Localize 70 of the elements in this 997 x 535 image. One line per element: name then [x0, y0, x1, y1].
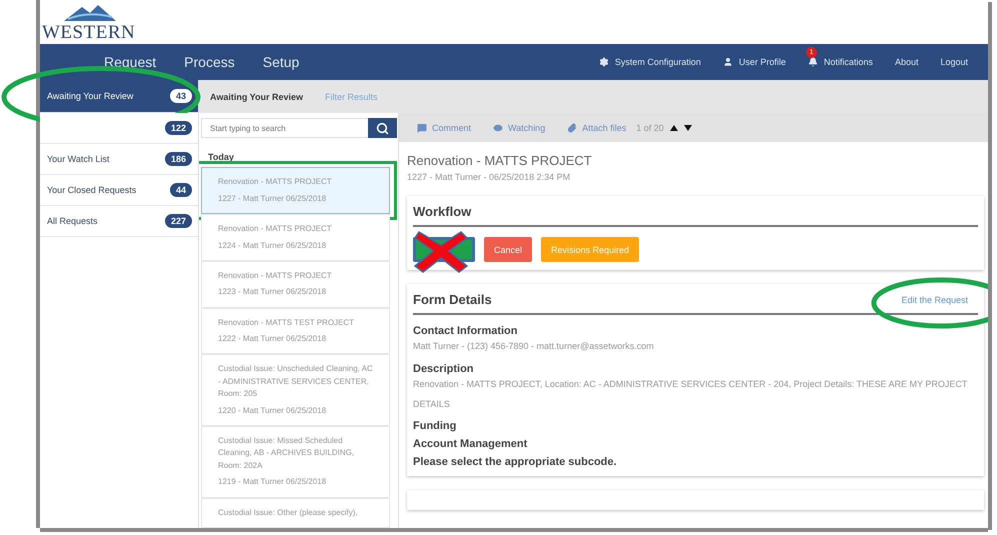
nav-link[interactable]: Request: [104, 54, 156, 70]
request-item[interactable]: Custodial Issue: Missed Scheduled Cleaning, AB - ARCHIVES BUILDING, Room: 202A 1219 - Matt Turner 06/25/2018: [201, 426, 390, 498]
request-heading: Renovation - MATTS PROJECT: [407, 153, 593, 168]
request-meta: 1227 - Matt Turner 06/25/2018: [218, 192, 328, 205]
settings-icon: [598, 57, 609, 67]
speech-bubble-icon: [417, 122, 427, 132]
nav-link[interactable]: User Profile: [722, 57, 786, 67]
nav-link[interactable]: Notifications: [808, 57, 873, 67]
request-item[interactable]: Custodial Issue: Other (please specify),: [201, 498, 390, 528]
request-title: Renovation - MATTS PROJECT: [218, 223, 333, 236]
request-item[interactable]: Renovation - MATTS TEST PROJECT 1222 - Matt Turner 06/25/2018: [201, 308, 390, 354]
user-icon: [722, 57, 733, 67]
sidebar-item[interactable]: 122: [40, 113, 198, 144]
card-title: Workflow: [413, 204, 472, 219]
request-meta: 1222 - Matt Turner 06/25/2018: [218, 333, 328, 346]
request-title: Renovation - MATTS PROJECT: [218, 176, 333, 188]
nav-link[interactable]: About: [894, 57, 918, 67]
sidebar-label: Awaiting Your Review: [47, 91, 134, 101]
request-title: Custodial Issue: Other (please specify),: [218, 506, 359, 519]
sidebar-label: All Requests: [47, 216, 98, 226]
group-label: Today: [208, 152, 235, 162]
request-item[interactable]: Renovation - MATTS PROJECT 1227 - Matt Turner 06/25/2018: [201, 167, 390, 214]
request-meta: 1219 - Matt Turner 06/25/2018: [218, 476, 328, 488]
toolbar-action[interactable]: Attach files: [567, 122, 626, 132]
request-title: Renovation - MATTS TEST PROJECT: [218, 316, 356, 329]
sidebar-item[interactable]: Awaiting Your Review 43: [40, 80, 198, 113]
request-title: Custodial Issue: Missed Scheduled Cleaning, AB - ARCHIVES BUILDING, Room: 202A: [218, 435, 356, 472]
nav-link[interactable]: Logout: [940, 57, 968, 67]
request-item[interactable]: Custodial Issue: Unscheduled Cleaning, AC - ADMINISTRATIVE SERVICES CENTER, Room: 205 1220 - Matt Turner 06/25/2018: [201, 354, 390, 426]
request-meta: 1223 - Matt Turner 06/25/2018: [218, 286, 328, 298]
list-title: Awaiting Your Review: [210, 92, 304, 102]
section-heading: Contact Information: [413, 325, 518, 337]
bell-icon: [808, 57, 818, 67]
nav-link[interactable]: Process: [184, 54, 235, 70]
request-title: Renovation - MATTS PROJECT: [218, 270, 333, 282]
section-heading: Account Management: [413, 438, 528, 450]
edit-link[interactable]: Edit the Request: [901, 294, 968, 304]
nav-link[interactable]: System Configuration: [598, 57, 701, 67]
request-item[interactable]: Renovation - MATTS PROJECT 1224 - Matt Turner 06/25/2018: [201, 214, 390, 261]
workflow-button[interactable]: Cancel: [484, 237, 532, 262]
caret-up-icon[interactable]: [670, 124, 678, 130]
sidebar-label: Your Watch List: [47, 154, 110, 164]
count-badge: 43: [170, 89, 192, 103]
request-info: 1227 - Matt Turner - 06/25/2018 2:34 PM: [407, 172, 572, 182]
logo-text: WESTERN: [42, 23, 136, 42]
workflow-button[interactable]: Revisions Required: [541, 237, 640, 262]
request-title: Custodial Issue: Unscheduled Cleaning, AC - ADMINISTRATIVE SERVICES CENTER, Room: 205: [218, 363, 374, 400]
section-text: Renovation - MATTS PROJECT, Location: AC - ADMINISTRATIVE SERVICES CENTER - 204, Project Details: THESE ARE MY PROJECT DETAILS: [413, 378, 968, 411]
section-text: Matt Turner - (123) 456-7890 - matt.turner@assetworks.com: [413, 340, 655, 353]
count-badge: 122: [164, 121, 192, 135]
count-badge: 227: [164, 214, 192, 228]
count-badge: 44: [170, 183, 192, 197]
filter-link[interactable]: Filter Results: [325, 92, 378, 102]
section-heading: Please select the appropriate subcode.: [413, 456, 618, 468]
search-button[interactable]: [368, 118, 397, 138]
toolbar-action[interactable]: Comment: [417, 122, 472, 132]
request-meta: 1224 - Matt Turner 06/25/2018: [218, 240, 328, 252]
toolbar-action[interactable]: Watching: [493, 122, 546, 132]
sidebar-label: Your Closed Requests: [47, 185, 136, 195]
search-field[interactable]: Start typing to search: [201, 118, 368, 138]
card-title: Form Details: [413, 292, 492, 307]
pager-text: 1 of 20: [636, 122, 664, 132]
caret-down-icon[interactable]: [684, 124, 692, 130]
nav-link[interactable]: Setup: [262, 54, 300, 70]
search-icon: [376, 122, 389, 135]
section-heading: Description: [413, 362, 475, 375]
section-heading: Funding: [413, 420, 458, 432]
request-meta: 1220 - Matt Turner 06/25/2018: [218, 404, 328, 417]
count-badge: 186: [164, 152, 192, 166]
request-item[interactable]: Renovation - MATTS PROJECT 1223 - Matt Turner 06/25/2018: [201, 260, 390, 308]
